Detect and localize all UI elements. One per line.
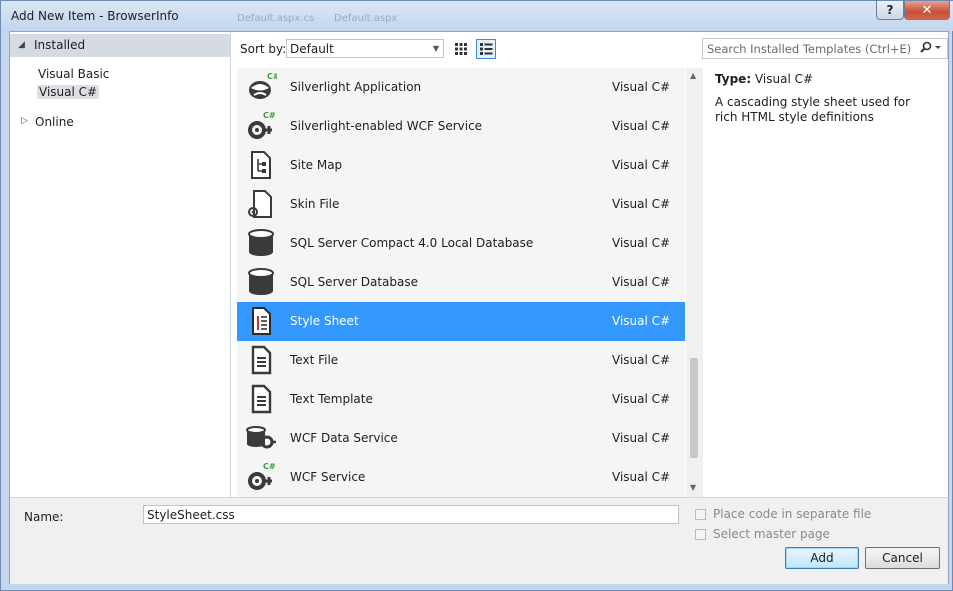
search-placeholder: Search Installed Templates (Ctrl+E)	[707, 42, 912, 56]
wcf-service-icon: C#	[248, 111, 276, 139]
template-language: Visual C#	[612, 314, 671, 328]
chevron-down-icon: ▼	[432, 44, 439, 53]
template-row[interactable]: Text File Visual C#	[237, 341, 685, 380]
text-file-icon	[251, 345, 272, 375]
template-name: Skin File	[290, 197, 340, 211]
wcf-service-icon: C#	[248, 462, 276, 490]
name-input[interactable]	[143, 505, 679, 524]
bottom-panel: Name: Place code in separate file Select…	[10, 497, 948, 584]
text-template-icon	[251, 384, 272, 414]
medium-icons-view-button[interactable]	[476, 39, 496, 59]
template-row[interactable]: Text Template Visual C#	[237, 380, 685, 419]
background-tab: Default.aspx.cs	[237, 13, 315, 24]
svg-text:C#: C#	[267, 72, 277, 81]
master-page-label: Select master page	[713, 527, 830, 541]
tree-item-visual-csharp[interactable]: Visual C#	[37, 85, 100, 99]
help-button[interactable]: ?	[876, 1, 904, 20]
style-sheet-icon	[252, 307, 271, 335]
type-value: Visual C#	[754, 72, 814, 86]
background-tab: Default.aspx	[334, 13, 398, 24]
template-row[interactable]: SQL Server Compact 4.0 Local Database Vi…	[237, 224, 685, 263]
template-language: Visual C#	[612, 353, 671, 367]
template-language: Visual C#	[612, 80, 671, 94]
template-name: SQL Server Database	[290, 275, 418, 289]
template-row[interactable]: C# Silverlight Application Visual C#	[237, 68, 685, 107]
template-name: WCF Data Service	[290, 431, 398, 445]
template-language: Visual C#	[612, 197, 671, 211]
template-name: Silverlight-enabled WCF Service	[290, 119, 483, 133]
svg-text:C#: C#	[263, 111, 276, 120]
list-view-icon	[480, 43, 493, 55]
template-language: Visual C#	[612, 158, 671, 172]
dialog-window: Add New Item - BrowserInfo Default.aspx.…	[0, 0, 953, 591]
template-row[interactable]: C# WCF Service Visual C#	[237, 458, 685, 497]
template-language: Visual C#	[612, 236, 671, 250]
wcf-data-service-icon	[246, 426, 276, 449]
silverlight-app-icon: C#	[249, 72, 277, 99]
database-icon	[248, 268, 274, 295]
template-row[interactable]: Skin File Visual C#	[237, 185, 685, 224]
title-bar: Add New Item - BrowserInfo Default.aspx.…	[1, 1, 953, 31]
small-icons-view-button[interactable]	[451, 39, 471, 59]
expanded-arrow-icon[interactable]: ◢	[18, 40, 25, 50]
tree-item-visual-basic[interactable]: Visual Basic	[38, 67, 109, 81]
template-name: Text Template	[290, 392, 373, 406]
cancel-button[interactable]: Cancel	[865, 547, 940, 569]
type-label: Type:	[715, 72, 752, 86]
help-icon: ?	[886, 3, 894, 17]
search-icon[interactable]	[919, 41, 941, 58]
search-input[interactable]: Search Installed Templates (Ctrl+E)	[702, 38, 948, 59]
category-tree: ◢ Installed Visual Basic Visual C# ▷ Onl…	[10, 32, 231, 497]
name-label: Name:	[24, 510, 64, 524]
dialog-client: ◢ Installed Visual Basic Visual C# ▷ Onl…	[9, 31, 949, 584]
sort-dropdown[interactable]: Default ▼	[286, 39, 444, 58]
template-language: Visual C#	[612, 119, 671, 133]
template-language: Visual C#	[612, 470, 671, 484]
template-name: Site Map	[290, 158, 343, 172]
template-language: Visual C#	[612, 275, 671, 289]
template-row[interactable]: SQL Server Database Visual C#	[237, 263, 685, 302]
template-row[interactable]: C# Silverlight-enabled WCF Service Visua…	[237, 107, 685, 146]
scroll-down-icon[interactable]: ▼	[690, 483, 696, 492]
template-name: SQL Server Compact 4.0 Local Database	[290, 236, 534, 250]
sort-label: Sort by:	[240, 42, 287, 56]
collapsed-arrow-icon[interactable]: ▷	[21, 116, 28, 126]
template-row[interactable]: Site Map Visual C#	[237, 146, 685, 185]
master-page-checkbox[interactable]	[695, 529, 706, 540]
template-language: Visual C#	[612, 392, 671, 406]
sort-value: Default	[290, 42, 334, 56]
template-name: Style Sheet	[290, 314, 359, 328]
list-scrollbar[interactable]: ▲ ▼	[686, 68, 703, 497]
template-name: WCF Service	[290, 470, 366, 484]
database-icon	[248, 229, 274, 256]
template-name: Silverlight Application	[290, 80, 422, 94]
tree-node-installed[interactable]: ◢ Installed	[10, 34, 230, 57]
grid-view-icon	[455, 43, 467, 55]
template-language: Visual C#	[612, 431, 671, 445]
details-pane: Type: Visual C# A cascading style sheet …	[715, 72, 940, 124]
separate-file-checkbox[interactable]	[695, 509, 706, 520]
skin-file-icon	[248, 190, 272, 218]
scroll-up-icon[interactable]: ▲	[690, 71, 696, 80]
sitemap-icon	[251, 151, 271, 179]
separate-file-label: Place code in separate file	[713, 507, 872, 521]
close-button[interactable]: ✕	[904, 1, 950, 20]
template-row-selected[interactable]: Style Sheet Visual C#	[237, 302, 685, 341]
template-row[interactable]: WCF Data Service Visual C#	[237, 419, 685, 458]
template-description: A cascading style sheet used for rich HT…	[715, 95, 911, 124]
window-title: Add New Item - BrowserInfo	[11, 9, 179, 23]
template-list: C# Silverlight Application Visual C# C# …	[237, 68, 685, 497]
add-button[interactable]: Add	[785, 547, 859, 569]
tree-node-label: Installed	[34, 38, 86, 52]
close-icon: ✕	[921, 2, 933, 18]
svg-text:C#: C#	[263, 462, 276, 471]
template-name: Text File	[290, 353, 339, 367]
tree-node-online[interactable]: Online	[35, 115, 74, 129]
scrollbar-thumb[interactable]	[690, 358, 698, 458]
